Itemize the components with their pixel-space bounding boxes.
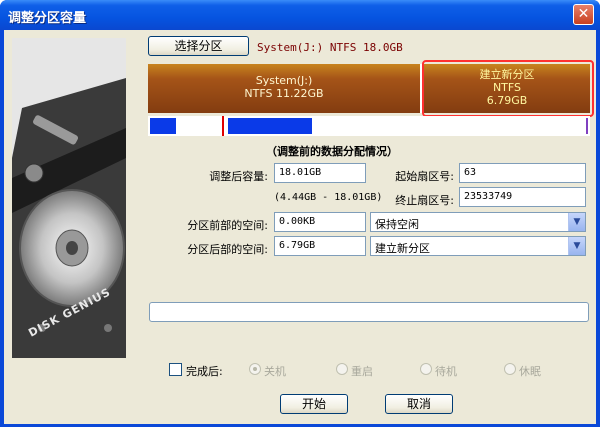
section-title: （调整前的数据分配情况） — [266, 145, 398, 158]
after-completion-label: 完成后: — [186, 365, 223, 378]
radio-hibernate-label: 休眠 — [519, 365, 541, 378]
resize-marker[interactable] — [222, 116, 224, 136]
before-space-input[interactable]: 0.00KB — [274, 212, 366, 232]
start-sector-label: 起始扇区号: — [395, 170, 454, 183]
usage-bar[interactable] — [148, 116, 590, 136]
radio-restart-label: 重启 — [351, 365, 373, 378]
side-panel-disk-image: DISK GENIUS — [12, 38, 126, 358]
before-space-label: 分区前部的空间: — [187, 219, 268, 232]
partition-segment-system[interactable]: System(J:) NTFS 11.22GB — [148, 64, 420, 113]
new-size-input[interactable]: 18.01GB — [274, 163, 366, 183]
close-button[interactable]: ✕ — [573, 4, 594, 25]
usage-block — [150, 118, 176, 134]
radio-hibernate[interactable] — [504, 363, 516, 375]
chevron-down-icon[interactable]: ▼ — [568, 213, 585, 231]
progress-bar — [149, 302, 589, 322]
select-value: 保持空闲 — [375, 218, 419, 231]
select-partition-button[interactable]: 选择分区 — [148, 36, 249, 56]
segment-size: 11.22GB — [276, 87, 324, 100]
after-completion-checkbox[interactable] — [169, 363, 182, 376]
selected-segment-outline — [422, 60, 594, 117]
dialog-body: DISK GENIUS 选择分区 System(J:) NTFS 18.0GB … — [4, 30, 596, 424]
radio-shutdown-label: 关机 — [264, 365, 286, 378]
radio-standby-label: 待机 — [435, 365, 457, 378]
select-value: 建立新分区 — [375, 242, 430, 255]
end-sector-label: 终止扇区号: — [395, 194, 454, 207]
start-sector-input[interactable]: 63 — [459, 163, 586, 183]
usage-block — [228, 118, 312, 134]
end-sector-input[interactable]: 23533749 — [459, 187, 586, 207]
before-space-select[interactable]: 保持空闲 ▼ — [370, 212, 586, 232]
segment-fs: NTFS — [244, 87, 273, 100]
chevron-down-icon[interactable]: ▼ — [568, 237, 585, 255]
radio-standby[interactable] — [420, 363, 432, 375]
start-button[interactable]: 开始 — [280, 394, 348, 414]
after-space-select[interactable]: 建立新分区 ▼ — [370, 236, 586, 256]
title-bar[interactable]: 调整分区容量 ✕ — [0, 0, 600, 30]
after-space-label: 分区后部的空间: — [187, 243, 268, 256]
cancel-button[interactable]: 取消 — [385, 394, 453, 414]
partition-info-text: System(J:) NTFS 18.0GB — [257, 41, 403, 54]
size-range-text: (4.44GB - 18.01GB) — [274, 192, 383, 203]
segment-name: System(J:) — [255, 74, 313, 87]
radio-restart[interactable] — [336, 363, 348, 375]
dialog-window: 调整分区容量 ✕ DISK GENIUS 选择分区 System(J:) NTF… — [0, 0, 600, 427]
after-space-input[interactable]: 6.79GB — [274, 236, 366, 256]
end-marker — [586, 118, 588, 134]
window-title: 调整分区容量 — [8, 11, 87, 26]
new-size-label: 调整后容量: — [209, 170, 268, 183]
radio-shutdown[interactable] — [249, 363, 261, 375]
